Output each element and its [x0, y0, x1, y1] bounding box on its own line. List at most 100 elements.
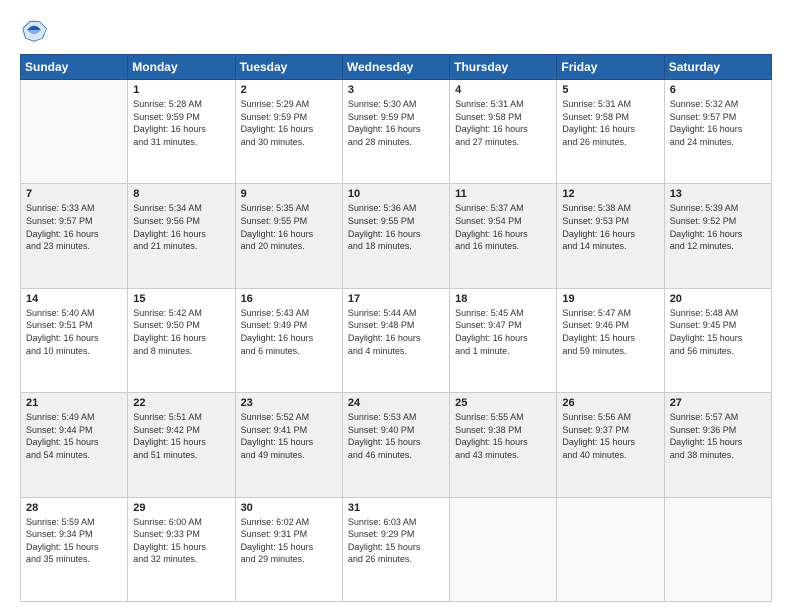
- calendar-week-row: 1 Sunrise: 5:28 AM Sunset: 9:59 PM Daylig…: [21, 80, 772, 184]
- day-number: 14: [26, 293, 122, 305]
- day-number: 4: [455, 84, 551, 96]
- day-info: Sunrise: 5:29 AM Sunset: 9:59 PM Dayligh…: [241, 98, 337, 148]
- logo: [20, 16, 52, 44]
- day-number: 9: [241, 188, 337, 200]
- day-number: 6: [670, 84, 766, 96]
- calendar-cell: 16Sunrise: 5:43 AM Sunset: 9:49 PM Dayli…: [235, 288, 342, 392]
- day-info: Sunrise: 5:43 AM Sunset: 9:49 PM Dayligh…: [241, 307, 337, 357]
- weekday-header-row: SundayMondayTuesdayWednesdayThursdayFrid…: [21, 55, 772, 80]
- calendar-cell: 26 Sunrise: 5:56 AM Sunset: 9:37 PM Dayli…: [557, 393, 664, 497]
- calendar-table: SundayMondayTuesdayWednesdayThursdayFrid…: [20, 54, 772, 602]
- calendar-cell: [664, 497, 771, 601]
- day-info: Sunrise: 5:39 AM Sunset: 9:52 PM Dayligh…: [670, 202, 766, 252]
- day-info: Sunrise: 5:45 AM Sunset: 9:47 PM Dayligh…: [455, 307, 551, 357]
- day-info: Sunrise: 5:59 AM Sunset: 9:34 PM Dayligh…: [26, 516, 122, 566]
- day-info: Sunrise: 5:56 AM Sunset: 9:37 PM Dayligh…: [562, 411, 658, 461]
- day-info: Sunrise: 5:55 AM Sunset: 9:38 PM Dayligh…: [455, 411, 551, 461]
- day-number: 8: [133, 188, 229, 200]
- calendar-cell: 9Sunrise: 5:35 AM Sunset: 9:55 PM Daylig…: [235, 184, 342, 288]
- calendar-cell: 19 Sunrise: 5:47 AM Sunset: 9:46 PM Dayli…: [557, 288, 664, 392]
- calendar-cell: 12 Sunrise: 5:38 AM Sunset: 9:53 PM Dayli…: [557, 184, 664, 288]
- day-info: Sunrise: 5:28 AM Sunset: 9:59 PM Dayligh…: [133, 98, 229, 148]
- day-number: 21: [26, 397, 122, 409]
- calendar-cell: 4 Sunrise: 5:31 AM Sunset: 9:58 PM Daylig…: [450, 80, 557, 184]
- day-number: 18: [455, 293, 551, 305]
- calendar-cell: 3 Sunrise: 5:30 AM Sunset: 9:59 PM Daylig…: [342, 80, 449, 184]
- day-info: Sunrise: 5:51 AM Sunset: 9:42 PM Dayligh…: [133, 411, 229, 461]
- calendar-week-row: 7Sunrise: 5:33 AM Sunset: 9:57 PM Daylig…: [21, 184, 772, 288]
- calendar-cell: 29Sunrise: 6:00 AM Sunset: 9:33 PM Dayli…: [128, 497, 235, 601]
- calendar-cell: 1 Sunrise: 5:28 AM Sunset: 9:59 PM Daylig…: [128, 80, 235, 184]
- calendar-cell: 8 Sunrise: 5:34 AM Sunset: 9:56 PM Daylig…: [128, 184, 235, 288]
- calendar-cell: 7Sunrise: 5:33 AM Sunset: 9:57 PM Daylig…: [21, 184, 128, 288]
- weekday-header: Wednesday: [342, 55, 449, 80]
- calendar-cell: 14 Sunrise: 5:40 AM Sunset: 9:51 PM Dayli…: [21, 288, 128, 392]
- day-info: Sunrise: 5:40 AM Sunset: 9:51 PM Dayligh…: [26, 307, 122, 357]
- day-number: 28: [26, 502, 122, 514]
- day-info: Sunrise: 5:38 AM Sunset: 9:53 PM Dayligh…: [562, 202, 658, 252]
- calendar-cell: 11 Sunrise: 5:37 AM Sunset: 9:54 PM Dayli…: [450, 184, 557, 288]
- calendar-cell: 20 Sunrise: 5:48 AM Sunset: 9:45 PM Dayli…: [664, 288, 771, 392]
- day-info: Sunrise: 5:32 AM Sunset: 9:57 PM Dayligh…: [670, 98, 766, 148]
- calendar-cell: 22 Sunrise: 5:51 AM Sunset: 9:42 PM Dayli…: [128, 393, 235, 497]
- calendar-cell: 24Sunrise: 5:53 AM Sunset: 9:40 PM Dayli…: [342, 393, 449, 497]
- day-number: 30: [241, 502, 337, 514]
- day-info: Sunrise: 6:03 AM Sunset: 9:29 PM Dayligh…: [348, 516, 444, 566]
- day-number: 10: [348, 188, 444, 200]
- day-number: 20: [670, 293, 766, 305]
- day-number: 17: [348, 293, 444, 305]
- calendar-cell: 2Sunrise: 5:29 AM Sunset: 9:59 PM Daylig…: [235, 80, 342, 184]
- page: SundayMondayTuesdayWednesdayThursdayFrid…: [0, 0, 792, 612]
- day-number: 5: [562, 84, 658, 96]
- day-number: 1: [133, 84, 229, 96]
- calendar-week-row: 21 Sunrise: 5:49 AM Sunset: 9:44 PM Dayli…: [21, 393, 772, 497]
- day-number: 22: [133, 397, 229, 409]
- calendar-cell: 25 Sunrise: 5:55 AM Sunset: 9:38 PM Dayli…: [450, 393, 557, 497]
- day-info: Sunrise: 5:30 AM Sunset: 9:59 PM Dayligh…: [348, 98, 444, 148]
- day-number: 12: [562, 188, 658, 200]
- day-info: Sunrise: 5:57 AM Sunset: 9:36 PM Dayligh…: [670, 411, 766, 461]
- weekday-header: Thursday: [450, 55, 557, 80]
- weekday-header: Saturday: [664, 55, 771, 80]
- day-info: Sunrise: 5:42 AM Sunset: 9:50 PM Dayligh…: [133, 307, 229, 357]
- day-number: 24: [348, 397, 444, 409]
- day-info: Sunrise: 5:36 AM Sunset: 9:55 PM Dayligh…: [348, 202, 444, 252]
- day-info: Sunrise: 5:37 AM Sunset: 9:54 PM Dayligh…: [455, 202, 551, 252]
- calendar-cell: 5Sunrise: 5:31 AM Sunset: 9:58 PM Daylig…: [557, 80, 664, 184]
- calendar-cell: 23Sunrise: 5:52 AM Sunset: 9:41 PM Dayli…: [235, 393, 342, 497]
- calendar-cell: 18 Sunrise: 5:45 AM Sunset: 9:47 PM Dayli…: [450, 288, 557, 392]
- calendar-week-row: 28 Sunrise: 5:59 AM Sunset: 9:34 PM Dayli…: [21, 497, 772, 601]
- day-number: 13: [670, 188, 766, 200]
- calendar-cell: 13 Sunrise: 5:39 AM Sunset: 9:52 PM Dayli…: [664, 184, 771, 288]
- calendar-cell: 15Sunrise: 5:42 AM Sunset: 9:50 PM Dayli…: [128, 288, 235, 392]
- day-info: Sunrise: 5:34 AM Sunset: 9:56 PM Dayligh…: [133, 202, 229, 252]
- day-info: Sunrise: 5:52 AM Sunset: 9:41 PM Dayligh…: [241, 411, 337, 461]
- calendar-cell: [557, 497, 664, 601]
- calendar-cell: 31 Sunrise: 6:03 AM Sunset: 9:29 PM Dayli…: [342, 497, 449, 601]
- day-info: Sunrise: 5:31 AM Sunset: 9:58 PM Dayligh…: [455, 98, 551, 148]
- day-number: 26: [562, 397, 658, 409]
- calendar-cell: 30 Sunrise: 6:02 AM Sunset: 9:31 PM Dayli…: [235, 497, 342, 601]
- calendar-week-row: 14 Sunrise: 5:40 AM Sunset: 9:51 PM Dayli…: [21, 288, 772, 392]
- calendar-cell: 6 Sunrise: 5:32 AM Sunset: 9:57 PM Daylig…: [664, 80, 771, 184]
- day-info: Sunrise: 5:48 AM Sunset: 9:45 PM Dayligh…: [670, 307, 766, 357]
- day-number: 25: [455, 397, 551, 409]
- day-info: Sunrise: 6:02 AM Sunset: 9:31 PM Dayligh…: [241, 516, 337, 566]
- calendar-cell: 10 Sunrise: 5:36 AM Sunset: 9:55 PM Dayli…: [342, 184, 449, 288]
- day-number: 19: [562, 293, 658, 305]
- day-number: 7: [26, 188, 122, 200]
- day-info: Sunrise: 5:47 AM Sunset: 9:46 PM Dayligh…: [562, 307, 658, 357]
- calendar-cell: [21, 80, 128, 184]
- calendar-cell: 17Sunrise: 5:44 AM Sunset: 9:48 PM Dayli…: [342, 288, 449, 392]
- day-info: Sunrise: 6:00 AM Sunset: 9:33 PM Dayligh…: [133, 516, 229, 566]
- header: [20, 16, 772, 44]
- logo-icon: [20, 16, 48, 44]
- calendar-cell: 21 Sunrise: 5:49 AM Sunset: 9:44 PM Dayli…: [21, 393, 128, 497]
- weekday-header: Friday: [557, 55, 664, 80]
- calendar-cell: 27 Sunrise: 5:57 AM Sunset: 9:36 PM Dayli…: [664, 393, 771, 497]
- day-number: 11: [455, 188, 551, 200]
- day-number: 31: [348, 502, 444, 514]
- day-number: 27: [670, 397, 766, 409]
- day-number: 3: [348, 84, 444, 96]
- day-info: Sunrise: 5:49 AM Sunset: 9:44 PM Dayligh…: [26, 411, 122, 461]
